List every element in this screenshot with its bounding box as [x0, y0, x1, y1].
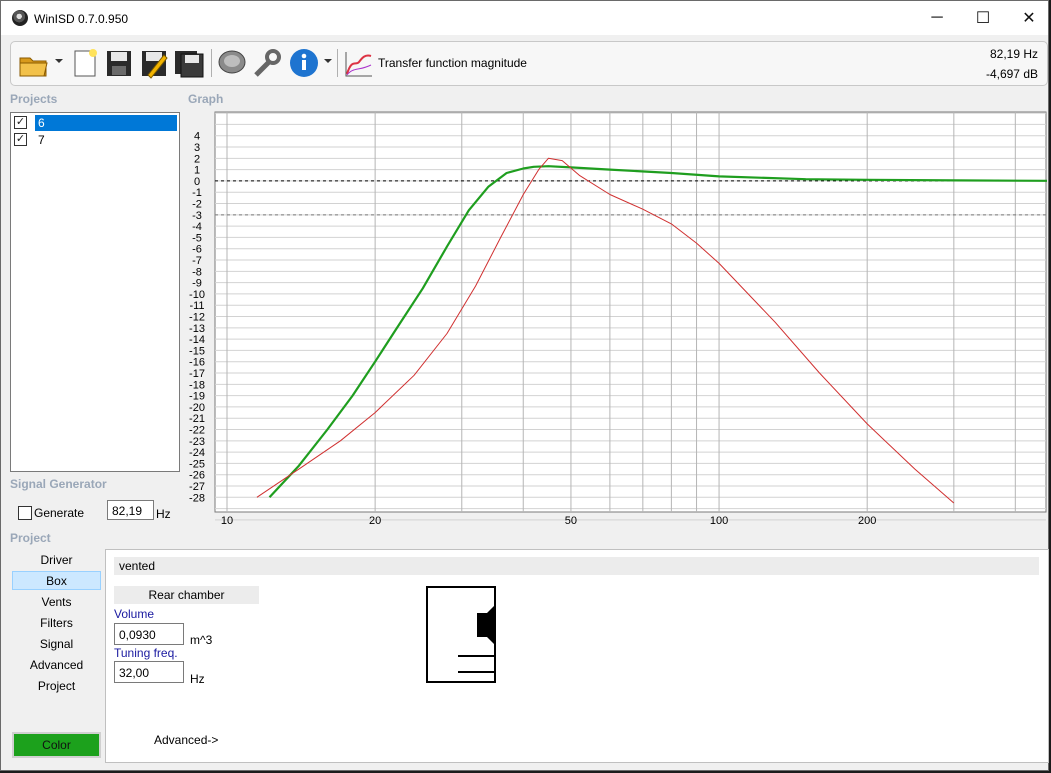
y-tick-label: -28 — [189, 492, 205, 504]
y-tick-label: -10 — [189, 289, 205, 301]
minimize-button[interactable]: ─ — [914, 1, 960, 35]
color-button[interactable]: Color — [12, 732, 101, 758]
x-tick-label: 100 — [710, 515, 728, 527]
tuning-input[interactable]: 32,00 — [114, 661, 184, 683]
project-name: 7 — [38, 133, 45, 147]
y-tick-label: -19 — [189, 391, 205, 403]
graph-title: Graph — [188, 92, 224, 106]
y-tick-label: -25 — [189, 458, 205, 470]
y-tick-label: -17 — [189, 368, 205, 380]
advanced-link[interactable]: Advanced-> — [154, 733, 218, 747]
close-button[interactable]: ✕ — [1006, 1, 1051, 35]
y-tick-label: -2 — [192, 199, 202, 211]
y-tick-label: -7 — [192, 255, 202, 267]
rear-chamber-title: Rear chamber — [114, 586, 259, 604]
y-tick-label: -27 — [189, 481, 205, 493]
generator-frequency-input[interactable]: 82,19 — [107, 500, 154, 520]
frequency-readout: 82,19 Hz — [989, 47, 1038, 61]
y-tick-label: -1 — [192, 187, 202, 199]
transfer-function-chart[interactable]: 43210-1-2-3-4-5-6-7-8-9-10-11-12-13-14-1… — [187, 101, 1047, 530]
y-tick-label: 0 — [194, 176, 200, 188]
tuning-label: Tuning freq. — [114, 646, 178, 660]
app-speaker-icon — [12, 10, 28, 26]
y-tick-label: 4 — [194, 131, 200, 143]
nav-project[interactable]: Project — [12, 677, 101, 696]
toolbar-separator — [337, 49, 338, 77]
project-checkbox[interactable]: ✓ — [14, 116, 27, 129]
x-tick-label: 20 — [369, 515, 381, 527]
x-tick-label: 200 — [858, 515, 876, 527]
driver-icon[interactable] — [216, 46, 248, 80]
generator-unit: Hz — [156, 507, 171, 521]
title-bar: WinISD 0.7.0.950 ─ ☐ ✕ — [1, 1, 1048, 35]
projects-list[interactable]: ✓ 6 ✓ 7 — [10, 112, 180, 472]
tuning-unit: Hz — [190, 672, 205, 686]
nav-driver[interactable]: Driver — [12, 551, 101, 570]
toolbar: Transfer function magnitude 82,19 Hz -4,… — [10, 41, 1048, 86]
y-tick-label: -12 — [189, 312, 205, 324]
y-tick-label: -11 — [189, 300, 204, 312]
maximize-button[interactable]: ☐ — [960, 1, 1006, 35]
vented-box-diagram — [426, 586, 496, 683]
graph-icon[interactable] — [342, 46, 374, 80]
toolbar-separator — [211, 49, 212, 77]
open-folder-icon[interactable] — [17, 46, 49, 80]
y-tick-label: 1 — [194, 165, 200, 177]
y-tick-label: -3 — [192, 210, 202, 222]
nav-advanced[interactable]: Advanced — [12, 656, 101, 675]
y-tick-label: 3 — [194, 142, 200, 154]
save-all-icon[interactable] — [173, 46, 205, 80]
y-tick-label: -16 — [189, 357, 205, 369]
y-tick-label: -24 — [189, 447, 205, 459]
y-tick-label: -6 — [192, 244, 202, 256]
nav-vents[interactable]: Vents — [12, 593, 101, 612]
x-tick-label: 10 — [221, 515, 233, 527]
new-document-icon[interactable] — [69, 46, 101, 80]
open-dropdown-arrow-icon[interactable] — [55, 59, 63, 63]
box-panel: vented Rear chamber Volume 0,0930 m^3 Tu… — [105, 549, 1049, 763]
project-name: 6 — [35, 115, 177, 131]
box-type-label: vented — [114, 557, 1039, 575]
info-icon[interactable] — [288, 46, 320, 80]
y-tick-label: -9 — [192, 278, 202, 290]
y-tick-label: -5 — [192, 232, 202, 244]
y-tick-label: -26 — [189, 470, 205, 482]
y-tick-label: -22 — [189, 425, 205, 437]
y-tick-label: -14 — [189, 334, 205, 346]
info-dropdown-arrow-icon[interactable] — [324, 59, 332, 63]
nav-box[interactable]: Box — [12, 571, 101, 590]
y-tick-label: -13 — [189, 323, 205, 335]
nav-filters[interactable]: Filters — [12, 614, 101, 633]
volume-unit: m^3 — [190, 633, 213, 647]
y-tick-label: -21 — [189, 413, 205, 425]
wrench-icon[interactable] — [251, 46, 283, 80]
volume-input[interactable]: 0,0930 — [114, 623, 184, 645]
y-tick-label: 2 — [194, 153, 200, 165]
app-window: WinISD 0.7.0.950 ─ ☐ ✕ Transfer function… — [0, 0, 1049, 771]
y-tick-label: -8 — [192, 266, 202, 278]
save-icon[interactable] — [103, 46, 135, 80]
list-item[interactable]: ✓ 7 — [13, 132, 177, 148]
generate-checkbox[interactable] — [18, 506, 32, 520]
list-item[interactable]: ✓ 6 — [13, 115, 177, 131]
y-tick-label: -20 — [189, 402, 205, 414]
projects-title: Projects — [10, 92, 58, 106]
project-checkbox[interactable]: ✓ — [14, 133, 27, 146]
graph-type-label[interactable]: Transfer function magnitude — [378, 56, 527, 70]
y-tick-label: -4 — [192, 221, 202, 233]
volume-label: Volume — [114, 607, 155, 621]
save-as-icon[interactable] — [138, 46, 170, 80]
graph-area[interactable]: 4 3 2 1 0 -1 -2 -3 -4 -5 -6 -7 -8 -9 -10 -11 -12 -13 -14 -1… — [187, 101, 1047, 530]
y-tick-label: -18 — [189, 379, 205, 391]
nav-signal[interactable]: Signal — [12, 635, 101, 654]
generate-label: Generate — [34, 506, 85, 520]
y-tick-label: -15 — [189, 345, 205, 357]
signal-generator-title: Signal Generator — [10, 477, 107, 491]
y-tick-label: -23 — [189, 436, 205, 448]
window-title: WinISD 0.7.0.950 — [34, 12, 129, 26]
x-tick-label: 50 — [565, 515, 577, 527]
db-readout: -4,697 dB — [985, 67, 1038, 81]
project-section-title: Project — [10, 531, 51, 545]
